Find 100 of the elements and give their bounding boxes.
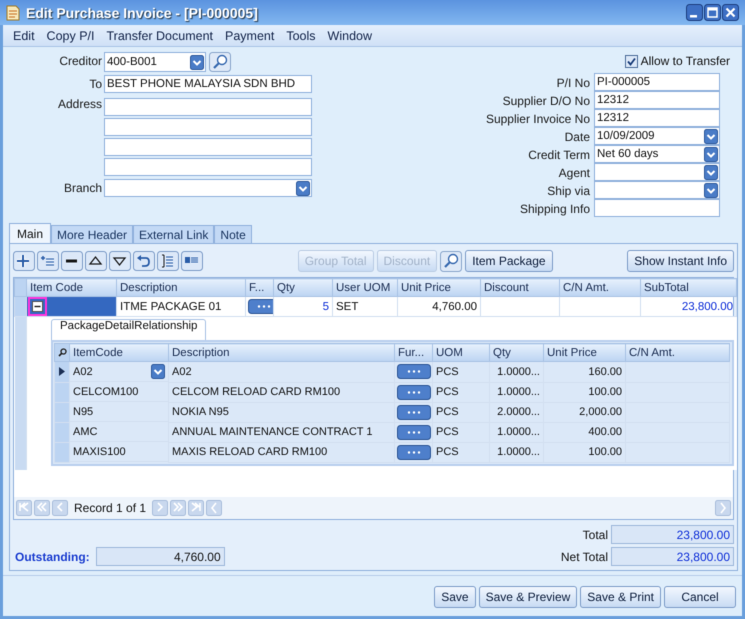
branch-dropdown[interactable]	[104, 179, 312, 197]
menu-item[interactable]: Transfer Document	[100, 28, 220, 42]
dropdown-field[interactable]	[594, 181, 720, 199]
dropdown-icon[interactable]	[704, 164, 718, 180]
maximize-icon[interactable]	[704, 4, 721, 21]
action-button[interactable]: Cancel	[664, 586, 736, 608]
undo-icon[interactable]	[133, 251, 155, 271]
toolbar-button[interactable]: Item Package	[465, 250, 553, 272]
field-label: To	[88, 76, 102, 93]
column-header[interactable]: Description	[168, 344, 394, 362]
column-header[interactable]: Item Code	[26, 278, 116, 296]
column-header[interactable]: ItemCode	[70, 344, 168, 362]
close-icon[interactable]	[722, 4, 739, 21]
total-label: Net Total	[560, 550, 608, 564]
address-line-field[interactable]	[104, 98, 312, 116]
action-button[interactable]: Save & Preview	[478, 586, 578, 608]
minimize-icon[interactable]	[686, 4, 703, 21]
column-header[interactable]: UOM	[432, 344, 490, 362]
text-field[interactable]: BEST PHONE MALAYSIA SDN BHD	[104, 75, 312, 93]
search-icon[interactable]	[58, 348, 66, 357]
menu-item[interactable]: Copy P/I	[40, 28, 100, 42]
move-up-icon[interactable]	[85, 251, 107, 271]
text-field[interactable]	[594, 199, 720, 217]
move-down-icon[interactable]	[109, 251, 131, 271]
more-icon[interactable]	[397, 424, 431, 440]
dropdown-field[interactable]: 10/09/2009	[594, 127, 720, 145]
table-cell: CELCOM100	[73, 386, 138, 398]
tab[interactable]: PackageDetailRelationship	[51, 319, 206, 340]
table-cell: MAXIS100	[73, 446, 126, 458]
column-header[interactable]: Fur...	[394, 344, 432, 362]
insert-row-icon[interactable]	[37, 251, 59, 271]
dropdown-icon[interactable]	[190, 54, 204, 70]
outstanding-value: 4,760.00	[96, 547, 225, 566]
row-pointer-icon[interactable]	[59, 367, 65, 376]
table-cell: AMC	[73, 426, 98, 438]
tab[interactable]: More Header	[51, 225, 134, 243]
tab[interactable]: External Link	[133, 225, 214, 243]
column-header[interactable]: Discount	[480, 278, 560, 296]
action-button[interactable]: Save & Print	[580, 586, 661, 608]
search-icon[interactable]	[209, 52, 231, 72]
dropdown-field[interactable]: Net 60 days	[594, 145, 720, 163]
address-line-field[interactable]	[104, 158, 312, 176]
total-label: Total	[582, 528, 608, 542]
total-value: 23,800.00	[611, 547, 734, 566]
form-icon[interactable]	[181, 251, 203, 271]
more-icon[interactable]	[397, 384, 431, 400]
column-header[interactable]: User UOM	[332, 278, 398, 296]
more-icon[interactable]	[397, 404, 431, 420]
table-cell: PCS	[432, 362, 490, 382]
dropdown-icon[interactable]	[704, 146, 718, 162]
dropdown-icon[interactable]	[151, 364, 165, 379]
text-field[interactable]: PI-000005	[594, 73, 720, 91]
table-cell: PCS	[432, 422, 490, 442]
minus-icon[interactable]	[61, 251, 83, 271]
show-instant-info-button[interactable]: Show Instant Info	[627, 250, 734, 272]
menu-item[interactable]: Window	[322, 28, 378, 42]
dropdown-field[interactable]	[594, 163, 720, 181]
field-label: Credit Term	[527, 147, 590, 164]
menu-item[interactable]: Edit	[7, 28, 41, 42]
column-header[interactable]: Unit Price	[544, 344, 626, 362]
column-header[interactable]: Qty	[274, 278, 332, 296]
field-label: Agent	[558, 165, 590, 182]
table-cell: MAXIS RELOAD CARD RM100	[168, 442, 394, 462]
address-line-field[interactable]	[104, 118, 312, 136]
checkbox[interactable]	[624, 54, 638, 68]
add-icon[interactable]	[13, 251, 35, 271]
menu-item[interactable]: Tools	[280, 28, 322, 42]
field-label: Date	[564, 129, 590, 146]
action-button[interactable]: Save	[434, 586, 476, 608]
list-icon[interactable]	[157, 251, 179, 271]
table-cell: 1.0000...	[490, 362, 544, 382]
document-icon[interactable]	[6, 4, 20, 20]
dropdown-icon[interactable]	[704, 128, 718, 144]
table-cell: PCS	[432, 442, 490, 462]
tab[interactable]: Note	[214, 225, 252, 243]
field-label: Supplier Invoice No	[486, 111, 590, 128]
text-field[interactable]: 12312	[594, 109, 720, 127]
more-icon[interactable]	[397, 444, 431, 460]
column-header[interactable]: Qty	[490, 344, 544, 362]
table-cell[interactable]	[26, 296, 116, 316]
column-header[interactable]: C/N Amt.	[560, 278, 640, 296]
address-line-field[interactable]	[104, 138, 312, 156]
table-cell: 100.00	[544, 382, 626, 402]
more-icon[interactable]	[397, 364, 431, 380]
column-header[interactable]: SubTotal	[640, 278, 736, 296]
field-label: Supplier D/O No	[502, 93, 590, 110]
column-header[interactable]: C/N Amt.	[626, 344, 730, 362]
more-icon[interactable]	[248, 299, 272, 314]
creditor-field[interactable]: 400-B001	[104, 52, 206, 72]
text-field[interactable]: 12312	[594, 91, 720, 109]
tab[interactable]: Main	[9, 223, 52, 243]
field-label: Ship via	[546, 183, 590, 200]
column-header[interactable]: Unit Price	[398, 278, 480, 296]
column-header[interactable]: Description	[116, 278, 246, 296]
dropdown-icon[interactable]	[296, 180, 310, 196]
column-header[interactable]: F...	[246, 278, 274, 296]
search-icon[interactable]	[440, 250, 462, 272]
row-indicator[interactable]	[54, 362, 70, 382]
dropdown-icon[interactable]	[704, 182, 718, 198]
menu-item[interactable]: Payment	[219, 28, 280, 42]
